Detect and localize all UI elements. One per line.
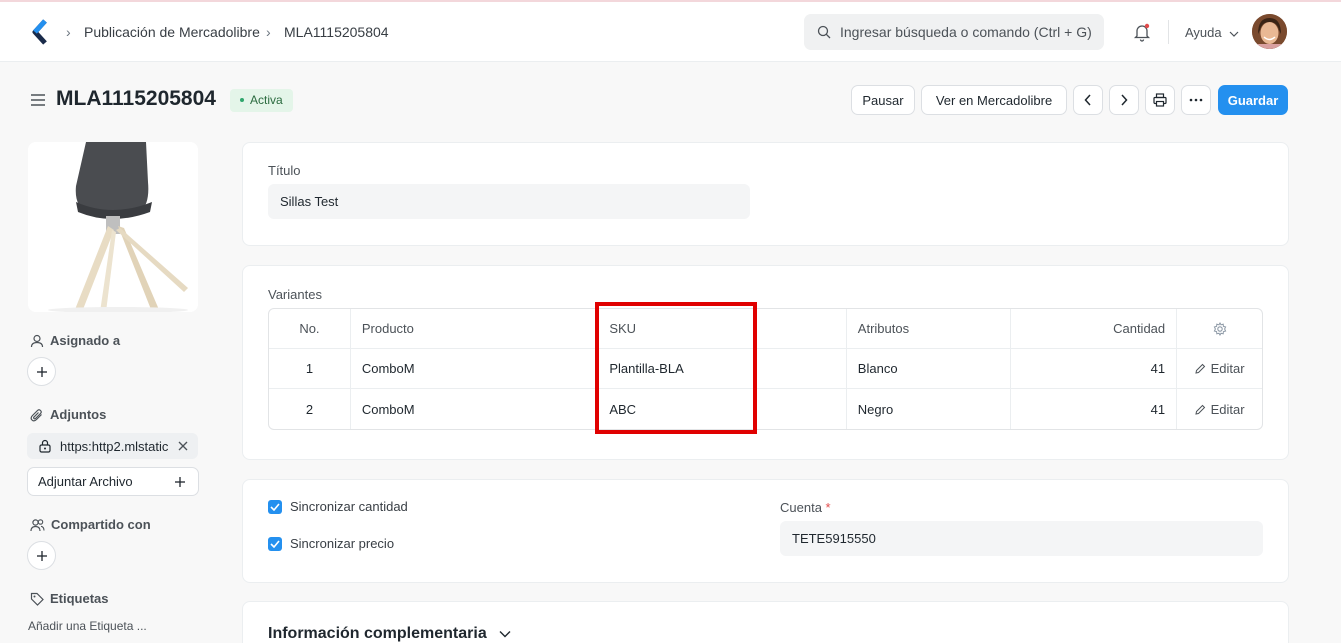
account-field-label: Cuenta *	[780, 500, 831, 515]
plus-icon	[36, 550, 47, 561]
user-icon	[30, 334, 44, 347]
search-bar	[804, 14, 1104, 50]
edit-row-button[interactable]: Editar	[1177, 389, 1262, 429]
assigned-to-label: Asignado a	[50, 333, 121, 348]
status-dot	[240, 97, 244, 102]
column-header-no: No.	[269, 309, 351, 348]
search-icon	[817, 25, 831, 39]
tags-section: Etiquetas	[30, 591, 109, 606]
attach-file-label: Adjuntar Archivo	[38, 474, 133, 489]
view-mercadolibre-button[interactable]: Ver en Mercadolibre	[921, 85, 1067, 115]
cell-product[interactable]: ComboM	[351, 389, 599, 429]
account-field[interactable]: TETE5915550	[780, 521, 1263, 556]
required-mark: *	[825, 500, 831, 515]
save-button[interactable]: Guardar	[1218, 85, 1288, 115]
search-input[interactable]	[840, 14, 1098, 50]
sidebar-toggle-icon[interactable]	[30, 93, 46, 107]
checkbox-checked-icon	[268, 499, 282, 514]
attachment-name: https:http2.mlstatic.com	[60, 438, 168, 454]
cell-sku[interactable]: ABC	[598, 389, 847, 429]
title-field[interactable]: Sillas Test	[268, 184, 750, 219]
status-label: Activa	[250, 93, 283, 107]
help-dropdown[interactable]: Ayuda	[1185, 25, 1239, 40]
title-field-label: Título	[268, 163, 301, 178]
add-share-button[interactable]	[27, 541, 56, 570]
table-row[interactable]: 1 ComboM Plantilla-BLA Blanco 41 Editar	[269, 349, 1262, 389]
page-title: MLA1115205804	[56, 87, 216, 110]
extra-info-title: Información complementaria	[268, 625, 487, 642]
edit-row-button[interactable]: Editar	[1177, 349, 1262, 388]
edit-label: Editar	[1210, 401, 1245, 417]
help-label: Ayuda	[1185, 25, 1222, 40]
checkbox-checked-icon	[268, 536, 282, 551]
chevron-right-icon: ›	[66, 24, 71, 40]
paperclip-icon	[30, 408, 42, 421]
column-header-sku: SKU	[598, 309, 847, 348]
plus-icon	[175, 477, 185, 487]
attachment-chip[interactable]: https:http2.mlstatic.com	[27, 433, 198, 459]
account-label-text: Cuenta	[780, 500, 822, 515]
printer-icon	[1153, 93, 1167, 107]
table-header-row: No. Producto SKU Atributos Cantidad	[269, 309, 1262, 349]
tags-label: Etiquetas	[50, 591, 109, 606]
shared-with-section: Compartido con	[30, 517, 151, 532]
sync-price-label: Sincronizar precio	[290, 536, 395, 551]
pause-button[interactable]: Pausar	[851, 85, 915, 115]
assigned-to-section: Asignado a	[30, 333, 120, 348]
cell-quantity[interactable]: 41	[1011, 389, 1178, 429]
status-badge: Activa	[230, 89, 293, 112]
navbar: › Publicación de Mercadolibre › MLA11152…	[0, 2, 1341, 62]
variants-label: Variantes	[268, 287, 322, 302]
breadcrumb-doctype[interactable]: Publicación de Mercadolibre	[84, 24, 260, 40]
lock-icon	[39, 439, 51, 453]
chevron-left-icon	[1084, 94, 1091, 106]
cell-sku[interactable]: Plantilla-BLA	[598, 349, 847, 388]
add-assignee-button[interactable]	[27, 357, 56, 386]
gear-icon	[1213, 321, 1226, 336]
attachments-section: Adjuntos	[30, 407, 106, 422]
column-header-attributes: Atributos	[847, 309, 1012, 348]
app-logo-icon[interactable]	[30, 19, 52, 45]
column-header-quantity: Cantidad	[1011, 309, 1178, 348]
sync-quantity-checkbox[interactable]: Sincronizar cantidad	[268, 499, 408, 514]
column-settings-button[interactable]	[1177, 309, 1262, 348]
pencil-icon	[1194, 363, 1205, 374]
extra-info-section-toggle[interactable]: Información complementaria	[268, 625, 511, 643]
navbar-divider	[1168, 20, 1169, 44]
product-image[interactable]	[28, 142, 198, 312]
user-avatar[interactable]	[1252, 14, 1287, 49]
breadcrumb-record[interactable]: MLA1115205804	[284, 24, 389, 40]
attach-file-button[interactable]: Adjuntar Archivo	[27, 467, 199, 496]
more-actions-button[interactable]	[1181, 85, 1211, 115]
notification-bell-icon[interactable]	[1133, 22, 1151, 42]
table-row[interactable]: 2 ComboM ABC Negro 41 Editar	[269, 389, 1262, 429]
print-button[interactable]	[1145, 85, 1175, 115]
cell-attributes[interactable]: Negro	[847, 389, 1012, 429]
chevron-right-icon	[1121, 94, 1128, 106]
sync-price-checkbox[interactable]: Sincronizar precio	[268, 536, 394, 551]
shared-with-label: Compartido con	[51, 517, 151, 532]
cell-no: 2	[269, 389, 351, 429]
cell-no: 1	[269, 349, 351, 388]
tag-icon	[30, 592, 44, 606]
cell-product[interactable]: ComboM	[351, 349, 599, 388]
plus-icon	[36, 366, 47, 377]
chevron-down-icon	[1229, 31, 1239, 37]
close-icon[interactable]	[178, 441, 188, 451]
sync-quantity-label: Sincronizar cantidad	[290, 499, 408, 514]
chevron-right-icon: ›	[266, 24, 271, 40]
edit-label: Editar	[1210, 361, 1245, 376]
pencil-icon	[1194, 404, 1205, 415]
users-icon	[30, 518, 45, 531]
previous-record-button[interactable]	[1073, 85, 1103, 115]
chevron-down-icon	[499, 631, 511, 638]
next-record-button[interactable]	[1109, 85, 1139, 115]
cell-attributes[interactable]: Blanco	[847, 349, 1012, 388]
more-horizontal-icon	[1189, 98, 1203, 102]
cell-quantity[interactable]: 41	[1011, 349, 1178, 388]
attachments-label: Adjuntos	[50, 407, 107, 422]
add-tag-link[interactable]: Añadir una Etiqueta ...	[28, 619, 147, 633]
column-header-product: Producto	[351, 309, 599, 348]
variants-table: No. Producto SKU Atributos Cantidad 1 Co…	[268, 308, 1263, 430]
